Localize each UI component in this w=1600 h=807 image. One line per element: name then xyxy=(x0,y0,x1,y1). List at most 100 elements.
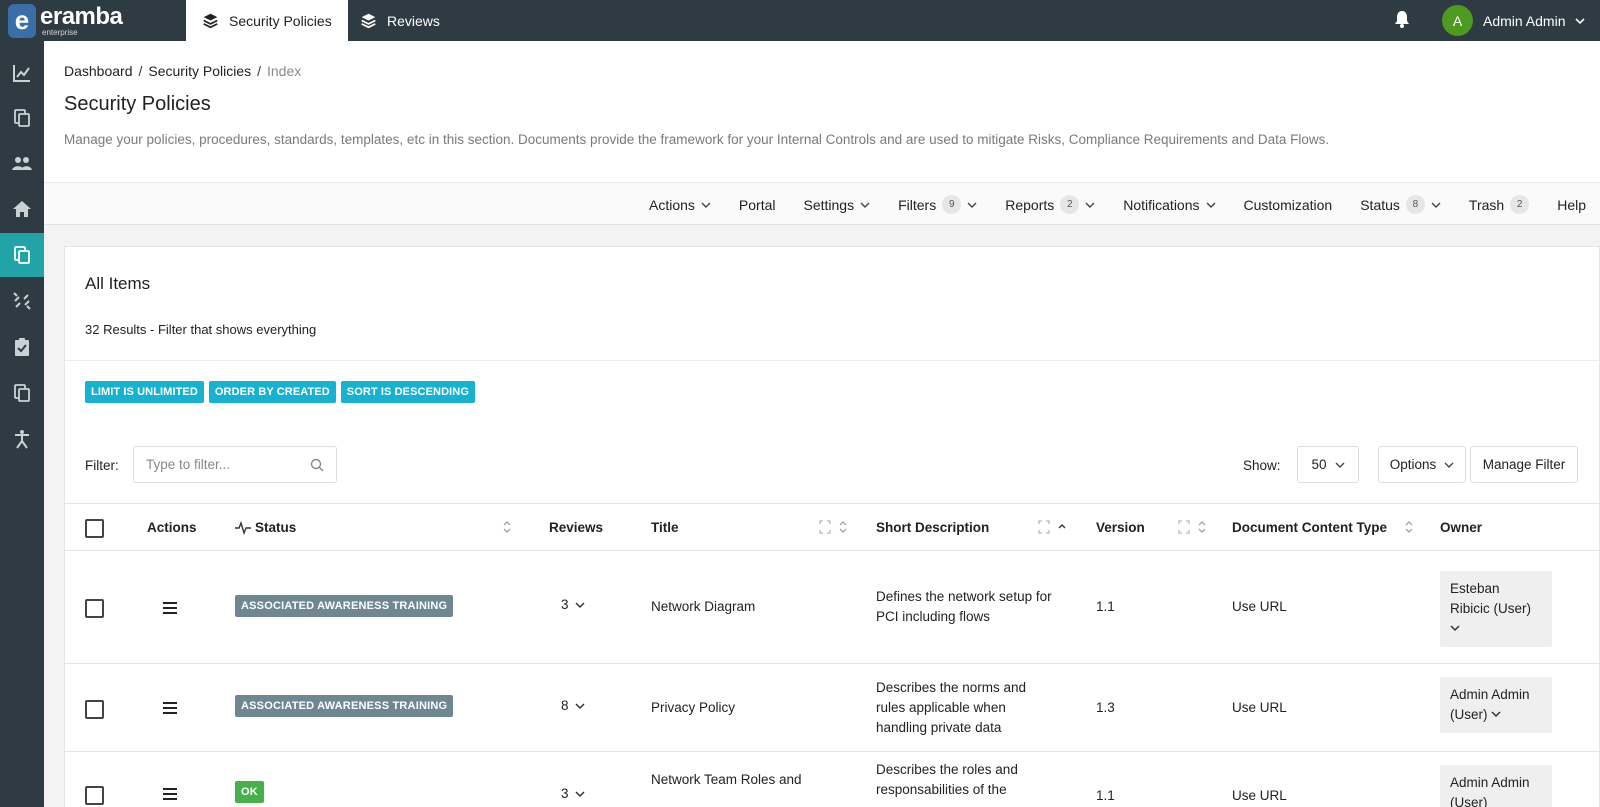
status-badge[interactable]: ASSOCIATED AWARENESS TRAINING xyxy=(235,695,454,717)
row-content-type: Use URL xyxy=(1232,599,1287,614)
row-title: Privacy Policy xyxy=(651,700,736,715)
menu-customization[interactable]: Customization xyxy=(1230,197,1347,213)
chevron-down-icon xyxy=(1085,202,1095,208)
menu-label: Help xyxy=(1557,196,1586,213)
menu-actions[interactable]: Actions xyxy=(635,197,725,213)
activity-icon xyxy=(235,520,251,535)
header-version[interactable]: Version xyxy=(1096,504,1145,551)
reviews-dropdown[interactable]: 3 xyxy=(561,786,585,801)
bell-icon[interactable] xyxy=(1392,9,1412,29)
expand-icon[interactable] xyxy=(819,520,831,534)
owner-tag[interactable]: Admin Admin (User) xyxy=(1440,677,1552,733)
badge-order[interactable]: ORDER BY CREATED xyxy=(208,381,336,403)
sidebar-item-security-policies[interactable] xyxy=(0,233,44,277)
reviews-count: 8 xyxy=(561,698,569,713)
menu-filters[interactable]: Filters 9 xyxy=(884,195,991,214)
row-checkbox[interactable] xyxy=(85,786,104,805)
menu-reports[interactable]: Reports 2 xyxy=(991,195,1109,214)
reviews-dropdown[interactable]: 3 xyxy=(561,597,585,612)
filter-label: Filter: xyxy=(85,458,119,473)
sidebar-item-home[interactable] xyxy=(0,187,44,231)
chevron-down-icon xyxy=(1450,625,1460,632)
divider xyxy=(65,360,1600,361)
expand-icon[interactable] xyxy=(1038,520,1050,534)
sort-icon[interactable] xyxy=(1196,520,1208,534)
chevron-down-icon xyxy=(574,601,585,608)
eramba-logo[interactable]: e eramba enterprise xyxy=(8,0,123,41)
row-checkbox[interactable] xyxy=(85,700,104,719)
menu-status[interactable]: Status 8 xyxy=(1346,195,1455,214)
header-owner[interactable]: Owner xyxy=(1440,504,1482,551)
menu-icon[interactable] xyxy=(162,601,178,615)
sidebar-item-dashboard[interactable] xyxy=(0,51,44,95)
menu-portal[interactable]: Portal xyxy=(725,197,790,213)
reviews-count: 3 xyxy=(561,786,569,801)
owner-name: Admin Admin (User) xyxy=(1450,687,1530,722)
header-status[interactable]: Status xyxy=(235,504,296,551)
sidebar-item-documents[interactable] xyxy=(0,96,44,140)
row-version: 1.1 xyxy=(1096,599,1115,614)
breadcrumb-dashboard[interactable]: Dashboard xyxy=(64,63,133,79)
sidebar-item-audits[interactable] xyxy=(0,325,44,369)
table-header: Actions Status Reviews Title Short Descr… xyxy=(65,503,1600,551)
top-bar: e eramba enterprise Security Policies Re… xyxy=(0,0,1600,41)
sort-icon[interactable] xyxy=(1403,520,1415,534)
tab-reviews[interactable]: Reviews xyxy=(344,0,456,41)
header-short-description[interactable]: Short Description xyxy=(876,504,989,551)
options-button[interactable]: Options xyxy=(1378,446,1466,483)
tab-security-policies[interactable]: Security Policies xyxy=(186,0,348,41)
sidebar-item-compliance[interactable] xyxy=(0,371,44,415)
row-description: Defines the network setup for PCI includ… xyxy=(876,589,1052,624)
row-content-type: Use URL xyxy=(1232,788,1287,803)
table-row: OK 3 Network Team Roles and Describes th… xyxy=(65,752,1600,807)
header-document-content-type[interactable]: Document Content Type xyxy=(1232,504,1387,551)
owner-name: Esteban Ribicic (User) xyxy=(1450,581,1531,616)
manage-filter-button[interactable]: Manage Filter xyxy=(1470,446,1578,483)
sort-icon[interactable] xyxy=(501,520,513,534)
expand-icon[interactable] xyxy=(1178,520,1190,534)
breadcrumb-separator: / xyxy=(138,63,143,79)
header-title[interactable]: Title xyxy=(651,504,679,551)
card-title: All Items xyxy=(85,274,151,293)
row-description: Describes the roles and responsabilities… xyxy=(876,762,1018,797)
owner-tag[interactable]: Admin Admin (User) xyxy=(1440,765,1552,807)
badge-limit[interactable]: LIMIT IS UNLIMITED xyxy=(85,381,204,403)
menu-icon[interactable] xyxy=(162,787,178,801)
badge-sort[interactable]: SORT IS DESCENDING xyxy=(340,381,475,403)
header-actions: Actions xyxy=(147,520,197,535)
sidebar-item-accessibility[interactable] xyxy=(0,417,44,461)
row-version: 1.1 xyxy=(1096,788,1115,803)
menu-icon[interactable] xyxy=(162,701,178,715)
menu-trash[interactable]: Trash 2 xyxy=(1455,195,1543,214)
reviews-dropdown[interactable]: 8 xyxy=(561,698,585,713)
menu-settings[interactable]: Settings xyxy=(790,197,885,213)
page-description: Manage your policies, procedures, standa… xyxy=(64,132,1330,147)
table-row: ASSOCIATED AWARENESS TRAINING 8 Privacy … xyxy=(65,664,1600,752)
breadcrumb-security-policies[interactable]: Security Policies xyxy=(148,63,251,79)
menu-label: Trash xyxy=(1468,196,1505,213)
menu-label: Actions xyxy=(649,196,695,213)
select-all-checkbox[interactable] xyxy=(85,519,104,538)
status-badge[interactable]: OK xyxy=(235,781,264,803)
row-checkbox[interactable] xyxy=(85,599,104,618)
chevron-down-icon xyxy=(1206,202,1216,208)
chart-icon xyxy=(13,65,30,82)
chevron-down-icon xyxy=(701,202,711,208)
menu-help[interactable]: Help xyxy=(1543,197,1600,213)
chevron-down-icon xyxy=(1491,711,1501,718)
sidebar-item-links[interactable] xyxy=(0,279,44,323)
user-name: Admin Admin xyxy=(1483,12,1566,29)
sidebar xyxy=(0,41,44,807)
page-size-select[interactable]: 50 xyxy=(1297,446,1359,483)
filter-input[interactable] xyxy=(146,457,306,472)
sort-icon[interactable] xyxy=(837,520,849,534)
home-icon xyxy=(13,201,31,217)
trash-count-badge: 2 xyxy=(1510,195,1530,214)
menu-notifications[interactable]: Notifications xyxy=(1109,197,1229,213)
manage-filter-label: Manage Filter xyxy=(1482,457,1566,472)
status-badge[interactable]: ASSOCIATED AWARENESS TRAINING xyxy=(235,595,454,617)
sort-ascending-icon[interactable] xyxy=(1056,520,1068,534)
sidebar-item-users[interactable] xyxy=(0,141,44,185)
owner-tag[interactable]: Esteban Ribicic (User) xyxy=(1440,571,1552,647)
user-menu[interactable]: A Admin Admin xyxy=(1442,2,1586,39)
